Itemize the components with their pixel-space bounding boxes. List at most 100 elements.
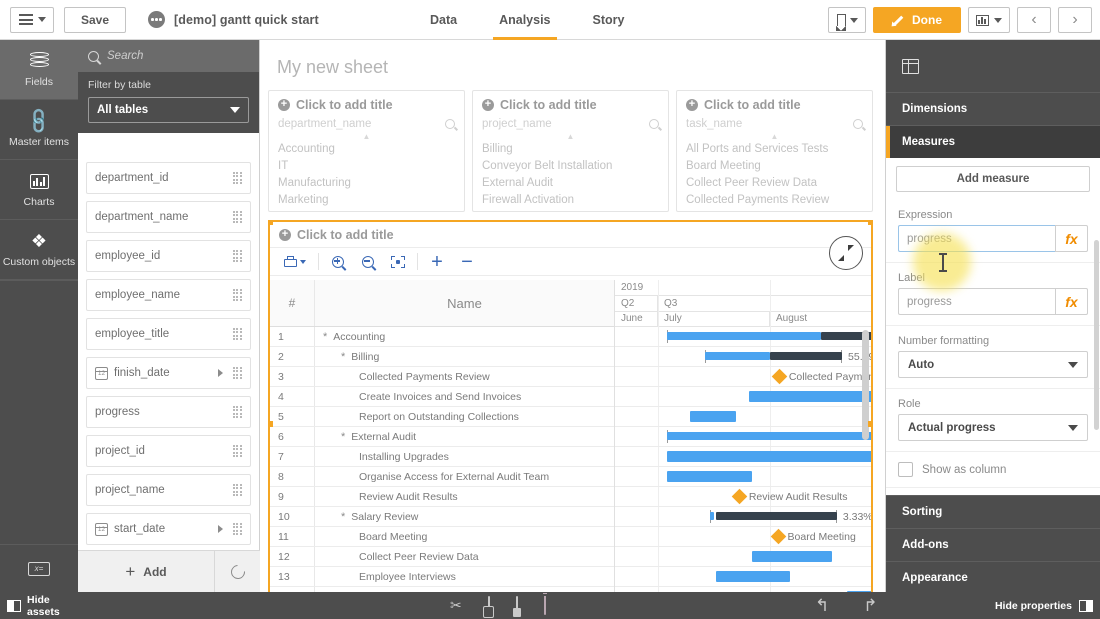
table-row[interactable]: 1 * Accounting [270,327,614,347]
card-title[interactable]: + Click to add title [473,91,668,116]
resize-handle-w[interactable] [270,421,273,427]
list-item[interactable]: Manufacturing [269,174,464,191]
listbox-card-project[interactable]: + Click to add title project_name ▲ Bill… [472,90,669,212]
card-title[interactable]: + Click to add title [269,91,464,116]
planned-bar[interactable] [710,512,715,520]
column-header-name[interactable]: Name [315,280,614,326]
drag-handle-icon[interactable] [232,327,242,341]
progress-bar[interactable] [715,512,837,520]
gantt-bar-row[interactable] [615,327,871,347]
list-item[interactable]: Collect Peer Review Data [677,174,872,191]
table-row[interactable]: 2 * Billing [270,347,614,367]
list-item[interactable]: External Audit [473,174,668,191]
previous-sheet-button[interactable]: ‹ [1017,7,1051,33]
table-row[interactable]: 12 Collect Peer Review Data [270,547,614,567]
zoom-in-button[interactable] [323,248,353,276]
field-item[interactable]: department_name [86,201,251,233]
properties-section-dimensions[interactable]: Dimensions [886,92,1100,125]
table-row[interactable]: 11 Board Meeting [270,527,614,547]
list-item[interactable]: All Ports and Services Tests [677,140,872,157]
planned-bar[interactable] [666,432,871,440]
expression-input[interactable]: progress [898,225,1055,252]
list-item[interactable]: Conveyor Belt Installation [473,157,668,174]
gantt-bar-row[interactable] [615,407,871,427]
column-header-number[interactable]: # [270,280,315,326]
gantt-bar-row[interactable] [615,467,871,487]
save-button[interactable]: Save [64,6,126,33]
task-bar[interactable] [751,551,832,562]
list-item[interactable]: Accounting [269,140,464,157]
field-item[interactable]: project_name [86,474,251,506]
sidebar-item-charts[interactable]: Charts [0,160,78,220]
table-row[interactable]: 10 * Salary Review [270,507,614,527]
gantt-bar-row[interactable] [615,547,871,567]
list-item[interactable]: IT [269,157,464,174]
drag-handle-icon[interactable] [232,405,242,419]
drag-handle-icon[interactable] [232,288,242,302]
label-fx-button[interactable]: fx [1055,288,1088,315]
gantt-bar-row[interactable] [615,387,871,407]
properties-section-add-ons[interactable]: Add-ons [886,528,1100,561]
table-row[interactable]: 9 Review Audit Results [270,487,614,507]
planned-bar[interactable] [666,332,822,340]
undo-button[interactable]: ↰ [815,596,829,616]
drag-handle-icon[interactable] [232,171,242,185]
gantt-bar-row[interactable] [615,427,871,447]
properties-scrollbar[interactable] [1094,240,1099,430]
expand-all-button[interactable]: + [422,248,452,276]
milestone-diamond-icon[interactable] [770,528,786,545]
drag-handle-icon[interactable] [232,522,242,536]
bookmarks-button[interactable] [828,7,866,33]
hide-assets-button[interactable]: Hide assets [0,594,78,618]
table-row[interactable]: 3 Collected Payments Review [270,367,614,387]
collapse-all-button[interactable]: − [452,248,482,276]
resize-handle-nw[interactable] [270,222,273,225]
expression-fx-button[interactable]: fx [1055,225,1088,252]
task-bar[interactable] [715,571,791,582]
sidebar-item-fields[interactable]: Fields [0,40,78,100]
task-bar[interactable] [666,451,871,462]
show-as-column-row[interactable]: Show as column [886,452,1100,488]
done-button[interactable]: Done [873,7,961,33]
progress-bar[interactable] [769,352,843,360]
gantt-title[interactable]: + Click to add title [270,222,871,247]
copy-button[interactable] [487,595,490,615]
task-bar[interactable] [689,411,737,422]
redo-button[interactable]: ↱ [863,596,877,616]
resize-handle-ne[interactable] [868,222,871,225]
variables-button[interactable]: x= [0,544,78,592]
task-bar[interactable] [666,471,752,482]
tab-data[interactable]: Data [430,0,457,40]
task-bar[interactable] [749,391,871,402]
properties-section-sorting[interactable]: Sorting [886,495,1100,528]
table-row[interactable]: 7 Installing Upgrades [270,447,614,467]
field-item[interactable]: project_id [86,435,251,467]
drag-handle-icon[interactable] [232,444,242,458]
table-row[interactable]: 4 Create Invoices and Send Invoices [270,387,614,407]
label-input[interactable]: progress [898,288,1055,315]
sidebar-item-master-items[interactable]: 🔗 Master items [0,100,78,160]
gantt-bar-row[interactable]: Board Meeting [615,527,871,547]
delete-button[interactable] [543,595,546,615]
tab-story[interactable]: Story [593,0,625,40]
list-item[interactable]: Collected Payments Review [677,191,872,208]
search-input[interactable]: Search [78,40,259,72]
table-row[interactable]: 6 * External Audit [270,427,614,447]
milestone-diamond-icon[interactable] [731,488,748,505]
list-item[interactable]: Firewall Activation [473,191,668,208]
field-item[interactable]: progress [86,396,251,428]
list-item[interactable]: Marketing [269,191,464,208]
print-button[interactable] [276,248,314,276]
sheet-view-button[interactable] [968,7,1010,33]
expand-object-button[interactable] [829,236,863,270]
drag-handle-icon[interactable] [232,249,242,263]
main-menu-button[interactable] [10,6,54,33]
show-as-column-checkbox[interactable] [898,462,913,477]
drag-handle-icon[interactable] [232,483,242,497]
planned-bar[interactable] [705,352,770,360]
field-item[interactable]: employee_id [86,240,251,272]
tab-analysis[interactable]: Analysis [493,0,557,40]
sidebar-item-custom-objects[interactable]: ❖ Custom objects [0,220,78,280]
add-measure-button[interactable]: Add measure [896,166,1090,192]
gantt-bar-row[interactable] [615,447,871,467]
